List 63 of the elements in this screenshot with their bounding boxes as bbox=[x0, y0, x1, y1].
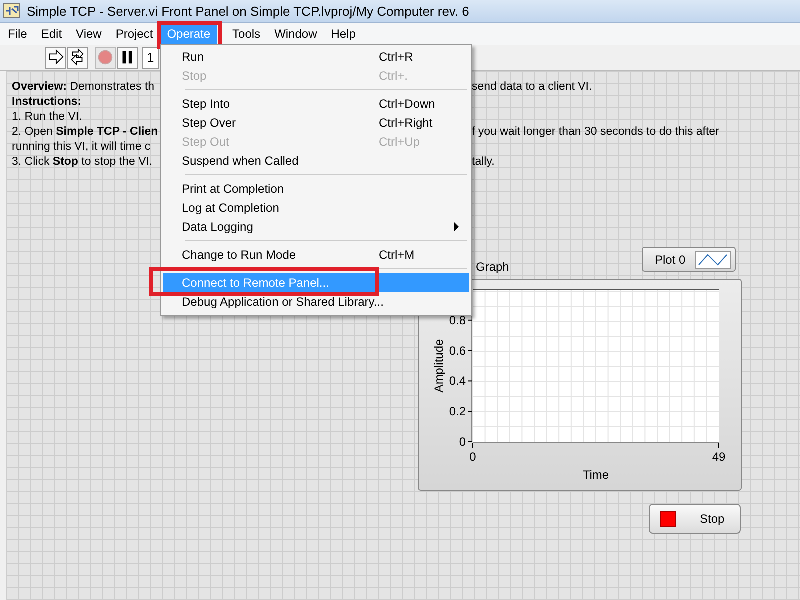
instruction-text: Instructions: bbox=[12, 95, 83, 110]
shortcut-text: Ctrl+Down bbox=[379, 96, 436, 110]
menu-item-label: Debug Application or Shared Library... bbox=[182, 294, 385, 308]
app-icon bbox=[3, 3, 21, 19]
instruction-text: f you wait longer than 30 seconds to do this after bbox=[472, 125, 720, 140]
toolbar-button[interactable] bbox=[117, 46, 138, 68]
instruction-text: send data to a client VI. bbox=[472, 80, 594, 95]
toolbar-button[interactable] bbox=[45, 46, 66, 68]
menu-bar-item[interactable]: View bbox=[70, 24, 108, 44]
menu-item-label: Suspend when Called bbox=[182, 154, 300, 168]
menu-item[interactable]: Step Into Ctrl+Down bbox=[163, 94, 469, 113]
menu-item-label: Connect to Remote Panel... bbox=[182, 276, 330, 290]
y-tick-label: 0.8 bbox=[449, 313, 466, 328]
y-tick-label: 0 bbox=[459, 435, 466, 449]
menu-bar-item[interactable]: Help bbox=[325, 24, 362, 44]
menu-item[interactable]: Suspend when Called bbox=[163, 151, 469, 170]
menu-bar-item[interactable]: Edit bbox=[35, 24, 68, 44]
menu-item-label: Data Logging bbox=[182, 220, 254, 234]
x-tick-label: 49 bbox=[712, 450, 726, 464]
instruction-text: 1. Run the VI. bbox=[12, 110, 84, 125]
menu-item[interactable]: Change to Run Mode Ctrl+M bbox=[163, 245, 469, 264]
toolbar-button[interactable] bbox=[67, 46, 88, 68]
instruction-text: tally. bbox=[472, 155, 496, 170]
plot-legend[interactable]: Plot 0 bbox=[642, 247, 736, 272]
instruction-text: 3. Click Stop to stop the VI. bbox=[12, 155, 154, 170]
shortcut-text: Ctrl+Up bbox=[379, 134, 422, 148]
menu-bar-item[interactable]: Window bbox=[268, 24, 324, 44]
shortcut-text: Ctrl+Right bbox=[379, 116, 434, 130]
x-tick-label: 0 bbox=[470, 450, 476, 464]
menu-item-label: Run bbox=[182, 50, 206, 64]
menu-item-label: Print at Completion bbox=[182, 182, 286, 196]
y-tick-label: 0.4 bbox=[449, 374, 466, 388]
menu-item[interactable]: Data Logging bbox=[163, 217, 469, 236]
stop-sign-icon bbox=[96, 48, 115, 67]
menu-item-label: Stop bbox=[182, 68, 208, 82]
menu-bar-item[interactable]: File bbox=[2, 24, 34, 44]
stop-button[interactable]: Stop bbox=[649, 504, 741, 534]
window-title: Simple TCP - Server.vi Front Panel on Simple TCP.lvproj/My Computer rev. 6 bbox=[27, 4, 470, 18]
shortcut-text: Ctrl+R bbox=[379, 50, 414, 64]
shortcut-text: Ctrl+M bbox=[379, 248, 416, 262]
menu-item-label: Step Over bbox=[182, 116, 238, 130]
menu-item-label: Step Out bbox=[182, 134, 230, 148]
menu-item-label: Log at Completion bbox=[182, 200, 280, 214]
menu-item[interactable]: Log at Completion bbox=[163, 198, 469, 217]
instruction-text: 2. Open Simple TCP - Clien bbox=[12, 125, 160, 140]
menu-item-label: Step Into bbox=[182, 96, 232, 110]
menu-bar-item[interactable]: Tools bbox=[226, 24, 267, 44]
instruction-text: Overview: Demonstrates th bbox=[12, 80, 156, 95]
graph-label: Graph bbox=[476, 260, 510, 274]
stop-icon bbox=[660, 511, 676, 527]
menu-item[interactable]: Print at Completion bbox=[163, 179, 469, 198]
menu-item[interactable]: Run Ctrl+R bbox=[163, 47, 469, 66]
menu-item[interactable]: Step Over Ctrl+Right bbox=[163, 113, 469, 132]
y-tick-label: 0.2 bbox=[449, 404, 466, 419]
menu-item-label: Change to Run Mode bbox=[182, 248, 298, 262]
instruction-text: running this VI, it will time c bbox=[12, 140, 152, 155]
font-size-field[interactable]: 1 bbox=[142, 46, 160, 68]
menu-bar-item[interactable]: Project bbox=[110, 24, 160, 44]
x-axis-title: Time bbox=[582, 468, 610, 482]
y-tick-label: 0.6 bbox=[449, 344, 466, 358]
shortcut-text: Ctrl+. bbox=[379, 68, 410, 82]
y-axis-title: Amplitude bbox=[432, 339, 446, 393]
menu-item[interactable]: Debug Application or Shared Library... bbox=[163, 292, 469, 311]
